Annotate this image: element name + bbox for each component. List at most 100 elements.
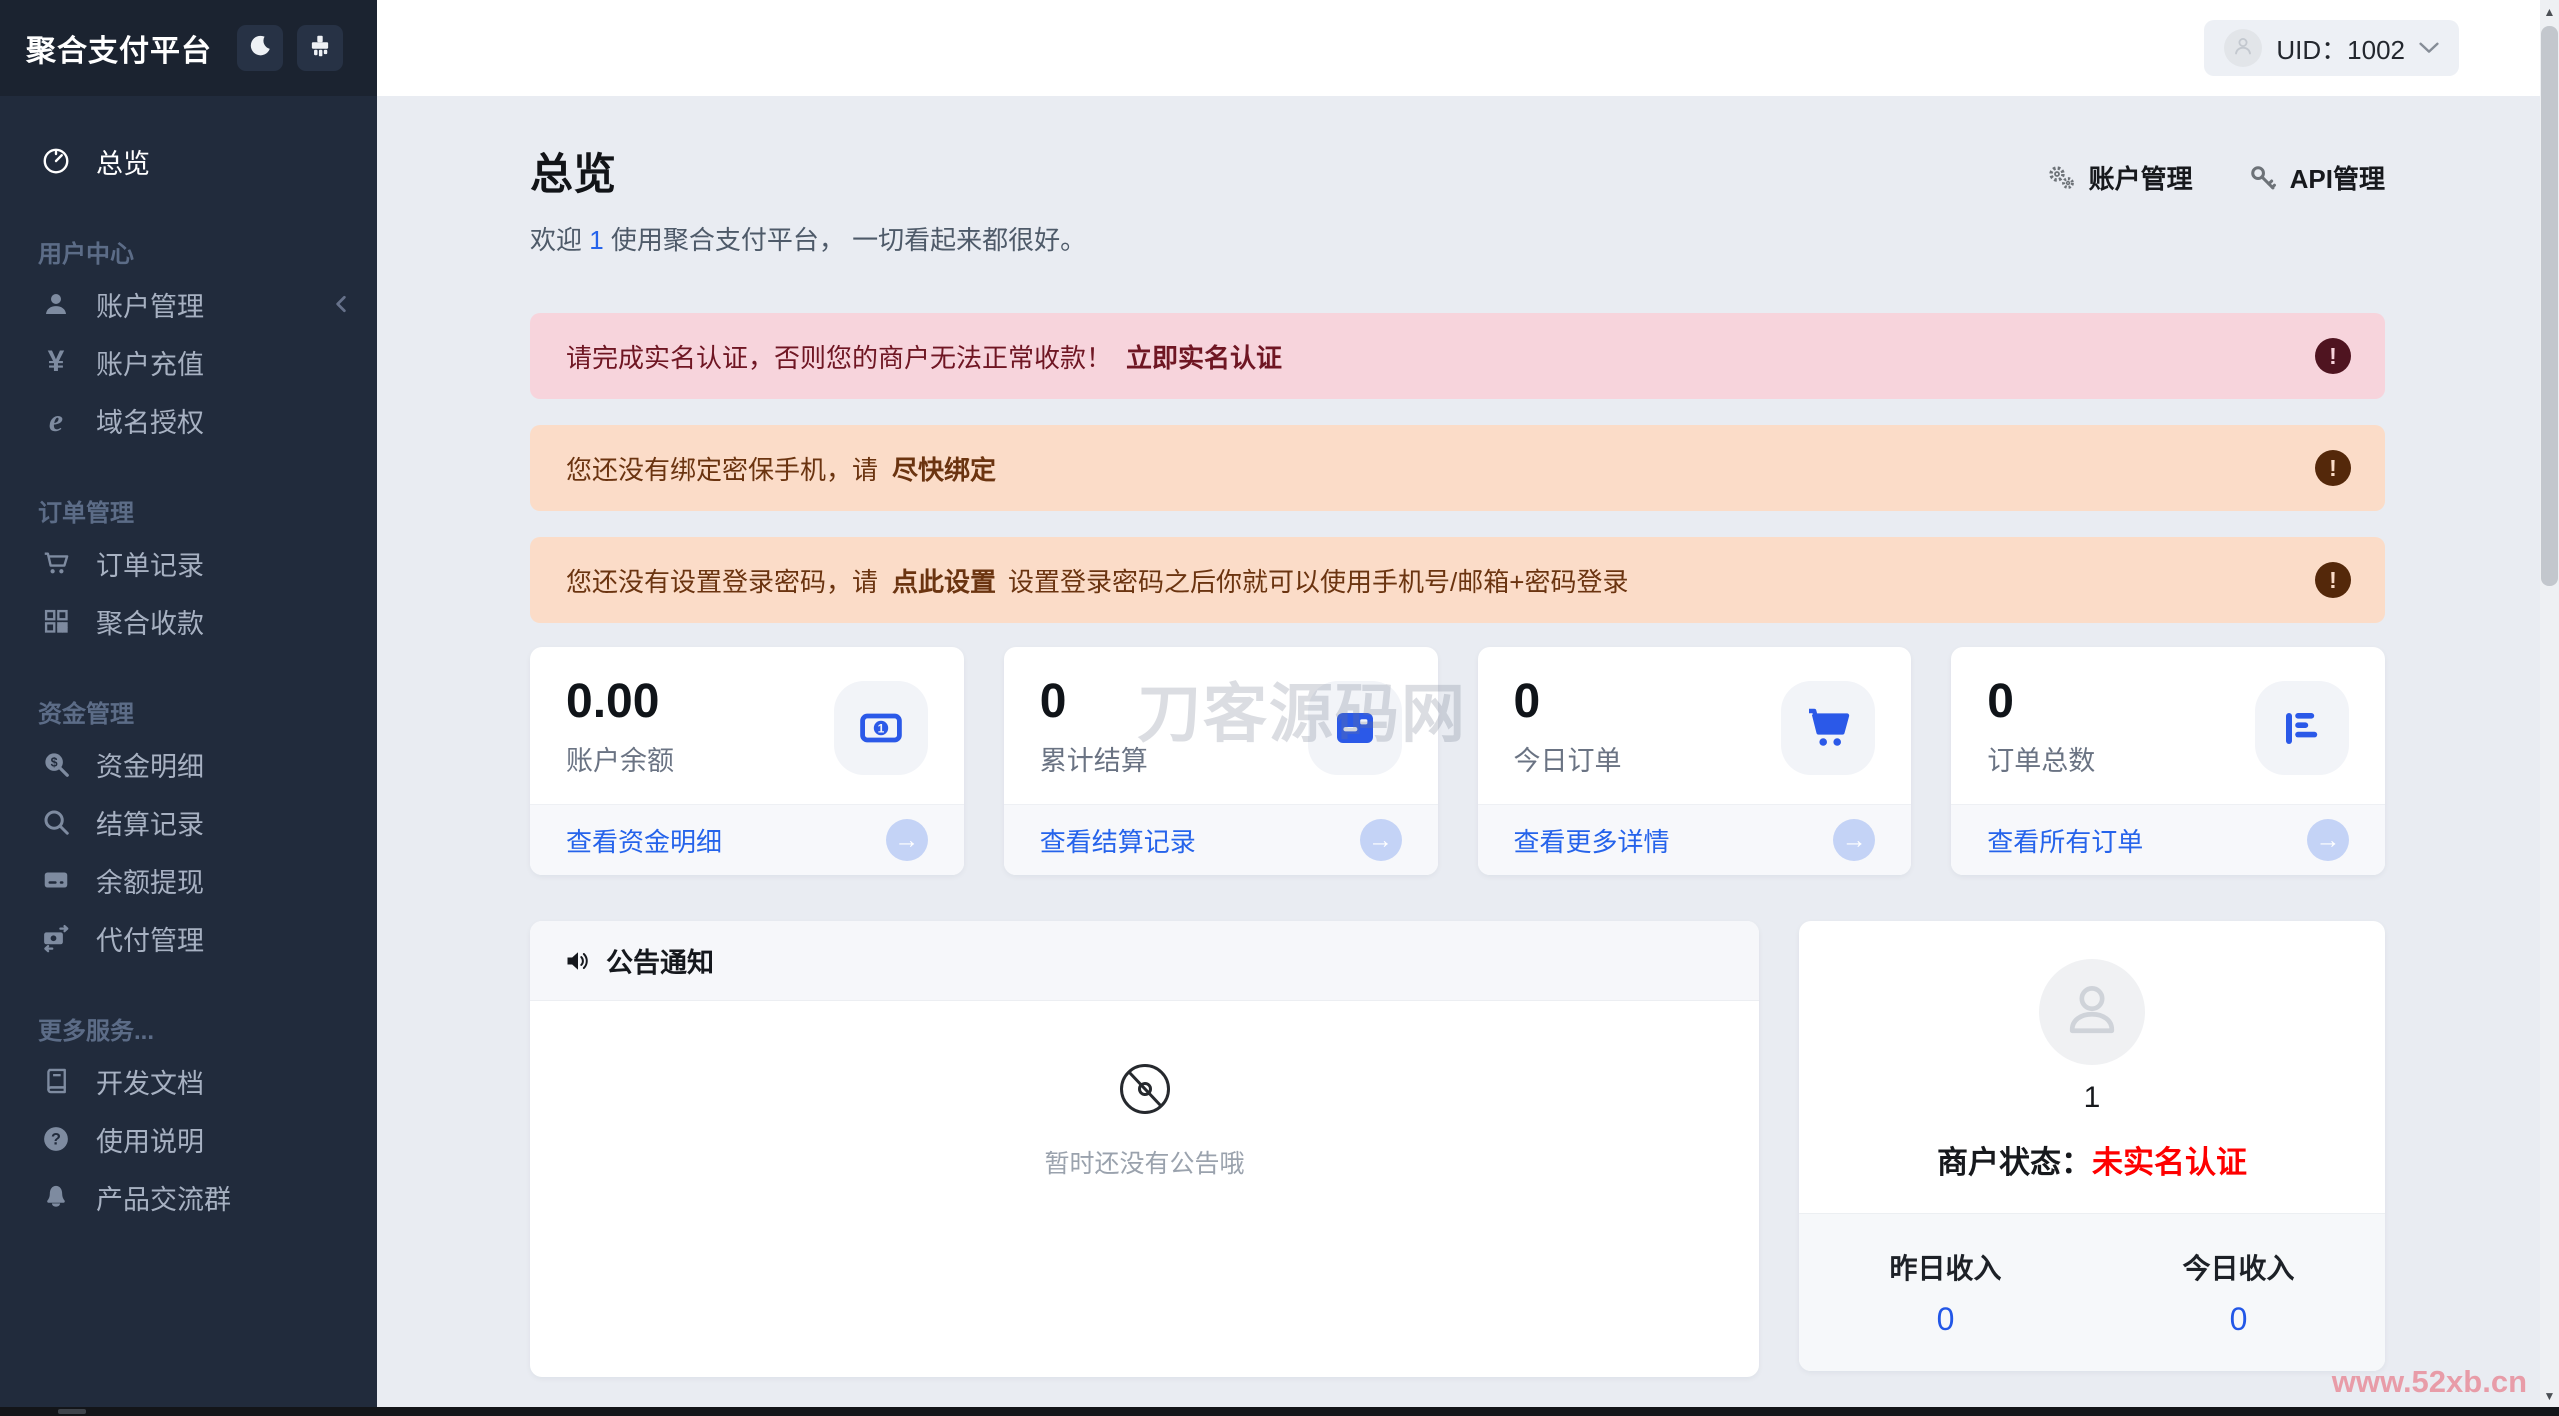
- svg-text:?: ?: [51, 1131, 61, 1149]
- credit-card-icon: [1307, 680, 1402, 775]
- app-root: 聚合支付平台 总览 用户中心 账户管理 ¥ 账户充值 e 域名授权 订单管理 订…: [0, 0, 2559, 1416]
- announcement-empty-text: 暂时还没有公告哦: [1044, 1150, 1245, 1179]
- chevron-left-icon: [333, 295, 349, 313]
- status-badge: 未实名认证: [2092, 1144, 2247, 1180]
- sidebar-item-product-group[interactable]: 产品交流群: [0, 1168, 377, 1226]
- sidebar-item-label: 产品交流群: [96, 1184, 231, 1215]
- sidebar-item-overview[interactable]: 总览: [0, 132, 377, 190]
- main-content: 总览 账户管理 API管理 欢迎 1 使用聚合支付平台， 一切看起来都很好。 请…: [377, 96, 2559, 1416]
- alert-realname: 请完成实名认证，否则您的商户无法正常收款！ 立即实名认证 !: [530, 313, 2385, 399]
- theme-buttons: [237, 25, 343, 71]
- announcement-header: 公告通知: [530, 921, 1759, 1002]
- stat-card-balance: 0.00 账户余额 1 查看资金明细 →: [530, 647, 964, 876]
- sidebar-item-label: 账户充值: [96, 349, 204, 380]
- sidebar-section-user-center: 用户中心: [38, 241, 134, 268]
- sidebar-item-label: 代付管理: [96, 925, 204, 956]
- money-transfer-icon: [38, 923, 74, 953]
- stat-label: 账户余额: [566, 746, 674, 777]
- sidebar-item-label: 余额提现: [96, 867, 204, 898]
- alert-link-verify-now[interactable]: 立即实名认证: [1126, 338, 1282, 375]
- sidebar-item-label: 使用说明: [96, 1126, 204, 1157]
- announcement-empty-state: 暂时还没有公告哦: [530, 1001, 1759, 1180]
- taskbar-edge: [0, 1407, 2559, 1416]
- income-today-value[interactable]: 0: [2092, 1301, 2385, 1338]
- search-icon: [38, 807, 74, 837]
- chevron-down-icon: [2419, 42, 2439, 54]
- alert-link-set-now[interactable]: 点此设置: [892, 562, 996, 599]
- stat-value: 0.00: [566, 675, 660, 728]
- sidebar-item-settlement-records[interactable]: 结算记录: [0, 793, 377, 851]
- scrollbar-thumb[interactable]: [2541, 26, 2558, 586]
- key-icon: [2249, 164, 2277, 192]
- stat-label: 今日订单: [1513, 746, 1622, 777]
- alert-link-bind-now[interactable]: 尽快绑定: [892, 450, 996, 487]
- announcement-panel: 公告通知 暂时还没有公告哦: [530, 921, 1759, 1378]
- card-link-settlement-records[interactable]: 查看结算记录: [1040, 822, 1196, 859]
- alert-bind-phone: 您还没有绑定密保手机，请 尽快绑定 !: [530, 425, 2385, 511]
- sidebar-section-more-services: 更多服务...: [38, 1018, 155, 1045]
- question-icon: ?: [38, 1124, 74, 1154]
- income-yesterday-value[interactable]: 0: [1799, 1301, 2092, 1338]
- taskbar-segment: [58, 1409, 86, 1414]
- card-link-fund-details[interactable]: 查看资金明细: [566, 822, 722, 859]
- sidebar-item-fund-details[interactable]: $ 资金明细: [0, 735, 377, 793]
- yen-icon: ¥: [47, 345, 65, 378]
- sidebar-item-balance-withdrawal[interactable]: 余额提现: [0, 851, 377, 909]
- merchant-status: 商户状态：未实名认证: [1937, 1144, 2247, 1180]
- sidebar-item-aggregate-collection[interactable]: 聚合收款: [0, 592, 377, 650]
- bar-chart-icon: [2255, 680, 2349, 775]
- arrow-circle-icon[interactable]: →: [885, 819, 928, 862]
- sidebar-item-usage-guide[interactable]: ? 使用说明: [0, 1110, 377, 1168]
- person-icon: [2231, 34, 2255, 63]
- sidebar-item-order-records[interactable]: 订单记录: [0, 534, 377, 592]
- scrollbar[interactable]: ▲ ▼: [2540, 0, 2559, 1416]
- merchant-avatar: [2039, 958, 2145, 1065]
- arrow-circle-icon[interactable]: →: [1359, 819, 1402, 862]
- sidebar-item-domain-authorization[interactable]: e 域名授权: [0, 391, 377, 449]
- sidebar-item-label: 总览: [96, 148, 150, 179]
- cart-icon: [38, 548, 74, 578]
- alert-suffix: 设置登录密码之后你就可以使用手机号/邮箱+密码登录: [1008, 566, 1629, 597]
- card-link-all-orders[interactable]: 查看所有订单: [1987, 822, 2143, 859]
- user-menu[interactable]: UID：1002: [2204, 20, 2459, 76]
- quick-link-account-management[interactable]: 账户管理: [2046, 159, 2193, 196]
- app-title: 聚合支付平台: [26, 35, 212, 68]
- book-icon: [38, 1067, 74, 1095]
- welcome-uid: 1: [589, 225, 604, 255]
- qr-icon: [38, 607, 74, 635]
- user-icon: [38, 289, 74, 319]
- quick-link-label: API管理: [2289, 164, 2385, 194]
- stat-value: 0: [1987, 675, 2014, 728]
- sidebar-item-account-recharge[interactable]: ¥ 账户充值: [0, 333, 377, 391]
- avatar: [2224, 29, 2263, 67]
- bank-card-icon: [38, 865, 74, 895]
- person-icon: [2059, 976, 2125, 1047]
- stat-cards: 0.00 账户余额 1 查看资金明细 → 0 累计结算 查看结算记录 → 0 今…: [530, 647, 2385, 876]
- theme-button[interactable]: [297, 25, 343, 71]
- search-dollar-icon: $: [38, 749, 74, 779]
- arrow-circle-icon[interactable]: →: [1833, 819, 1876, 862]
- card-link-more-details[interactable]: 查看更多详情: [1514, 822, 1670, 859]
- quick-link-label: 账户管理: [2088, 164, 2193, 194]
- stat-label: 累计结算: [1039, 746, 1148, 777]
- svg-text:1: 1: [877, 721, 884, 735]
- sidebar-item-label: 订单记录: [96, 550, 204, 581]
- merchant-uid: 1: [2083, 1080, 2101, 1114]
- exclamation-icon: !: [2315, 338, 2351, 374]
- dark-mode-button[interactable]: [237, 25, 283, 71]
- arrow-circle-icon[interactable]: →: [2307, 819, 2349, 862]
- ie-icon: e: [48, 402, 64, 438]
- sidebar-header: 聚合支付平台: [0, 0, 377, 96]
- welcome-text: 欢迎 1 使用聚合支付平台， 一切看起来都很好。: [530, 225, 1087, 255]
- speaker-icon: [564, 947, 592, 975]
- sidebar-item-dev-docs[interactable]: 开发文档: [0, 1052, 377, 1110]
- sidebar-item-payout-management[interactable]: 代付管理: [0, 909, 377, 967]
- quick-link-api-management[interactable]: API管理: [2249, 159, 2385, 196]
- exclamation-icon: !: [2315, 450, 2351, 486]
- sidebar-item-account-management[interactable]: 账户管理: [0, 275, 377, 333]
- stat-card-today-orders: 0 今日订单 查看更多详情 →: [1477, 647, 1912, 876]
- scrollbar-down-arrow[interactable]: ▼: [2540, 1389, 2559, 1403]
- sidebar-item-label: 聚合收款: [96, 608, 204, 639]
- scrollbar-up-arrow[interactable]: ▲: [2540, 5, 2559, 19]
- income-today: 今日收入 0: [2092, 1247, 2385, 1338]
